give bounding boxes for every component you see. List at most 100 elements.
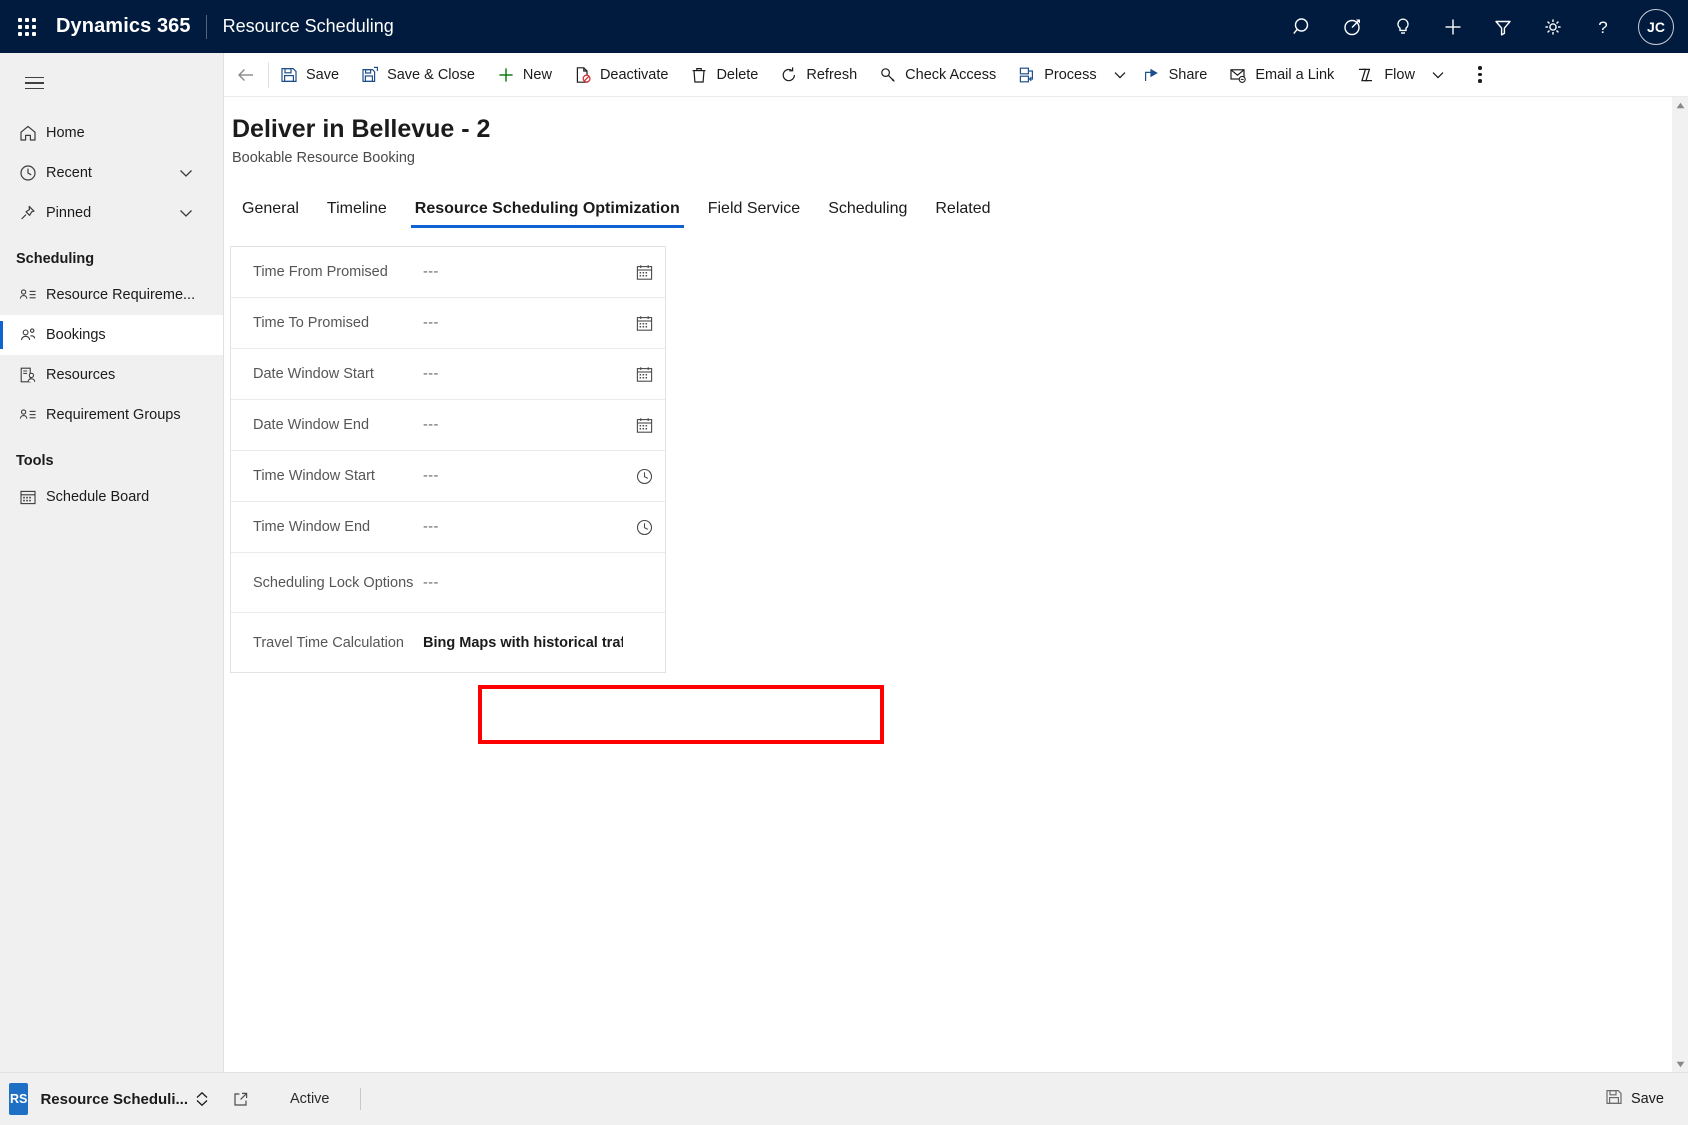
assistant-icon[interactable]	[1328, 0, 1378, 53]
field-value[interactable]: ---	[423, 264, 623, 280]
sidebar-item-resources[interactable]: Resources	[0, 355, 223, 395]
field-value[interactable]: Bing Maps with historical traffic	[423, 635, 623, 651]
tab-related[interactable]: Related	[921, 200, 1004, 228]
tab-general[interactable]: General	[228, 200, 313, 228]
back-button[interactable]	[224, 53, 268, 97]
check-access-button[interactable]: Check Access	[868, 53, 1007, 97]
command-bar: Save Save & Close New Deactivate Delete …	[224, 53, 1688, 97]
field-row-time-window-end: Time Window End ---	[231, 502, 665, 553]
flow-chevron-down-icon[interactable]	[1426, 53, 1450, 97]
field-row-time-window-start: Time Window Start ---	[231, 451, 665, 502]
process-chevron-down-icon[interactable]	[1108, 53, 1132, 97]
app-name-label[interactable]: Resource Scheduling	[207, 16, 394, 37]
tab-timeline[interactable]: Timeline	[313, 200, 401, 228]
plus-icon	[497, 66, 515, 84]
content-scrollbar[interactable]	[1672, 97, 1688, 1072]
sidebar-item-bookings[interactable]: Bookings	[0, 315, 223, 355]
brand-label[interactable]: Dynamics 365	[56, 15, 206, 38]
deactivate-icon	[574, 66, 592, 84]
scroll-up-arrow-icon[interactable]	[1672, 97, 1688, 113]
deactivate-button[interactable]: Deactivate	[563, 53, 680, 97]
more-commands-button[interactable]	[1462, 53, 1498, 97]
topbar-actions: ? JC	[1278, 0, 1688, 53]
process-button[interactable]: Process	[1007, 53, 1107, 97]
tab-scheduling[interactable]: Scheduling	[814, 200, 921, 228]
person-list-icon	[10, 285, 46, 305]
save-and-close-button[interactable]: Save & Close	[350, 53, 486, 97]
status-save-button[interactable]: Save	[1597, 1082, 1672, 1116]
lightbulb-icon[interactable]	[1378, 0, 1428, 53]
key-icon	[879, 66, 897, 84]
filter-icon[interactable]	[1478, 0, 1528, 53]
field-label: Date Window End	[253, 417, 370, 433]
field-label: Time Window End	[253, 519, 371, 535]
sidebar-item-pinned[interactable]: Pinned	[0, 193, 223, 233]
field-value[interactable]: ---	[423, 519, 623, 535]
command-label: New	[522, 66, 552, 83]
calendar-icon[interactable]	[623, 263, 665, 282]
refresh-button[interactable]: Refresh	[769, 53, 868, 97]
people-icon	[10, 325, 46, 345]
main-content: Deliver in Bellevue - 2 Bookable Resourc…	[224, 97, 1688, 1072]
calendar-icon[interactable]	[623, 416, 665, 435]
sidebar-item-resource-requirements[interactable]: Resource Requireme...	[0, 275, 223, 315]
help-icon[interactable]: ?	[1578, 0, 1628, 53]
top-navigation-bar: Dynamics 365 Resource Scheduling ? JC	[0, 0, 1688, 53]
home-icon	[10, 123, 46, 143]
command-label: Deactivate	[599, 66, 669, 83]
sidebar-item-home[interactable]: Home	[0, 113, 223, 153]
field-row-date-window-end: Date Window End ---	[231, 400, 665, 451]
highlight-annotation	[478, 685, 884, 744]
app-switcher-label: Resource Scheduli...	[40, 1090, 188, 1108]
sidebar: Home Recent Pinned Scheduling Resource R…	[0, 53, 224, 1125]
app-switcher[interactable]: RS Resource Scheduli...	[0, 1072, 210, 1125]
status-badge: Active	[290, 1091, 330, 1107]
sidebar-item-requirement-groups[interactable]: Requirement Groups	[0, 395, 223, 435]
sidebar-item-label: Resource Requireme...	[46, 287, 196, 303]
plus-icon[interactable]	[1428, 0, 1478, 53]
tab-resource-scheduling-optimization[interactable]: Resource Scheduling Optimization	[401, 200, 694, 228]
share-button[interactable]: Share	[1132, 53, 1219, 97]
gear-icon[interactable]	[1528, 0, 1578, 53]
command-label: Check Access	[905, 66, 997, 83]
field-value[interactable]: ---	[423, 315, 623, 331]
clock-icon[interactable]	[623, 467, 665, 486]
field-value[interactable]: ---	[423, 468, 623, 484]
field-label: Travel Time Calculation	[253, 634, 404, 651]
chevron-updown-icon[interactable]	[194, 1090, 210, 1108]
delete-button[interactable]: Delete	[679, 53, 769, 97]
flow-button[interactable]: Flow	[1345, 53, 1426, 97]
status-bar: Active Save	[210, 1072, 1688, 1125]
command-label: Process	[1044, 66, 1097, 83]
sidebar-item-schedule-board[interactable]: Schedule Board	[0, 477, 223, 517]
sidebar-item-label: Bookings	[46, 327, 106, 343]
scroll-down-arrow-icon[interactable]	[1672, 1056, 1688, 1072]
flow-icon	[1356, 66, 1376, 84]
clock-icon[interactable]	[623, 518, 665, 537]
save-button[interactable]: Save	[269, 53, 350, 97]
field-value[interactable]: ---	[423, 575, 623, 591]
chevron-down-icon[interactable]	[177, 204, 195, 222]
field-value[interactable]: ---	[423, 366, 623, 382]
waffle-grid-icon[interactable]	[12, 12, 42, 42]
app-badge: RS	[9, 1083, 29, 1115]
avatar[interactable]: JC	[1638, 8, 1674, 45]
field-row-time-to-promised: Time To Promised ---	[231, 298, 665, 349]
field-value[interactable]: ---	[423, 417, 623, 433]
new-button[interactable]: New	[486, 53, 563, 97]
sidebar-item-label: Schedule Board	[46, 489, 150, 505]
calendar-icon[interactable]	[623, 314, 665, 333]
open-in-new-icon[interactable]	[218, 1077, 262, 1121]
calendar-icon	[10, 487, 46, 507]
sidebar-item-recent[interactable]: Recent	[0, 153, 223, 193]
tab-field-service[interactable]: Field Service	[694, 200, 814, 228]
field-label: Date Window Start	[253, 366, 374, 382]
email-a-link-button[interactable]: Email a Link	[1218, 53, 1345, 97]
search-icon[interactable]	[1278, 0, 1328, 53]
hamburger-menu-icon[interactable]	[10, 59, 58, 107]
svg-text:?: ?	[1598, 18, 1607, 37]
sidebar-item-label: Requirement Groups	[46, 407, 181, 423]
calendar-icon[interactable]	[623, 365, 665, 384]
form-tabs: General Timeline Resource Scheduling Opt…	[228, 186, 1688, 228]
chevron-down-icon[interactable]	[177, 164, 195, 182]
